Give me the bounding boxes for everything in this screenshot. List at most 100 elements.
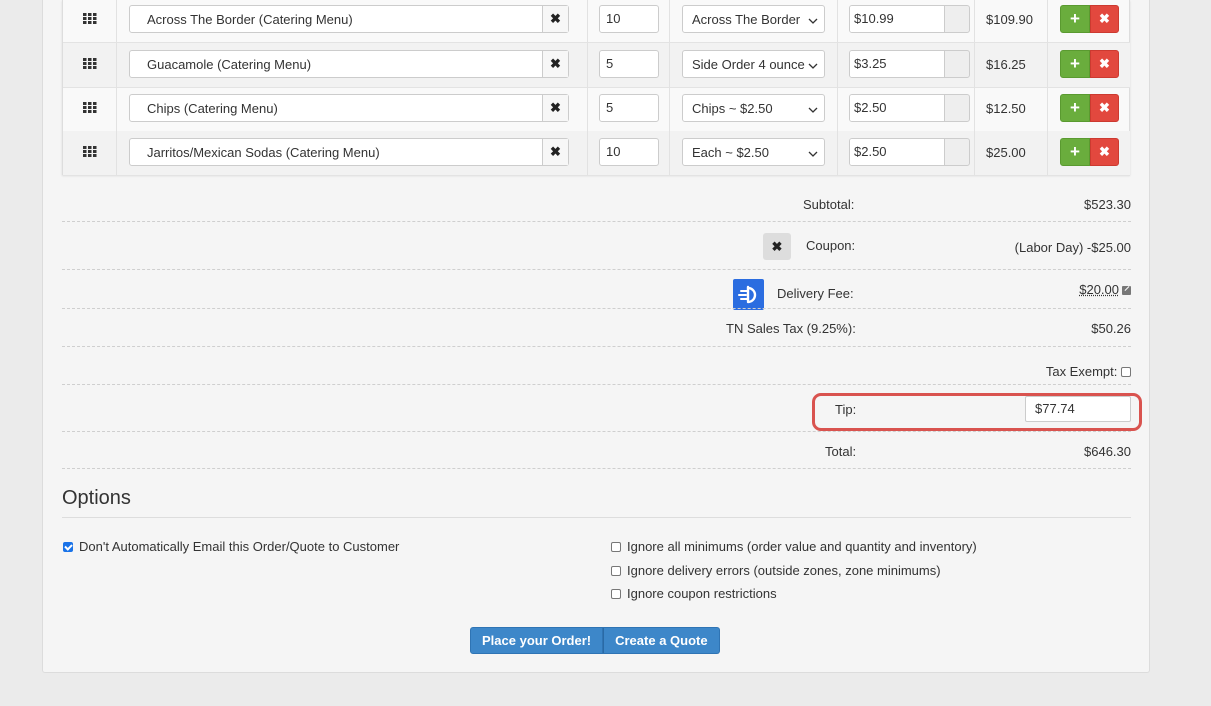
quantity-input[interactable]: 10 bbox=[599, 5, 659, 33]
item-name: Across The Border (Catering Menu) bbox=[147, 12, 353, 27]
item-name-field[interactable]: Guacamole (Catering Menu) ✖ bbox=[129, 50, 569, 78]
unit-price-input[interactable]: $10.99 bbox=[850, 6, 945, 32]
no-email-checkbox[interactable] bbox=[63, 542, 73, 552]
chevron-down-icon bbox=[808, 59, 818, 69]
item-name: Guacamole (Catering Menu) bbox=[147, 57, 312, 72]
ignore-minimums-option[interactable]: Ignore all minimums (order value and qua… bbox=[611, 539, 977, 554]
column-separator bbox=[974, 87, 975, 131]
sales-tax-value: $50.26 bbox=[1091, 321, 1131, 336]
clear-item-button[interactable]: ✖ bbox=[542, 51, 568, 77]
item-option-value: Chips ~ $2.50 bbox=[692, 101, 773, 116]
unit-price-field[interactable]: $3.25 bbox=[849, 50, 970, 78]
table-row: Jarritos/Mexican Sodas (Catering Menu) ✖ 1… bbox=[63, 131, 1130, 176]
unit-price-input[interactable]: $2.50 bbox=[850, 139, 945, 165]
coupon-label: Coupon: bbox=[806, 238, 856, 253]
subtotal-value: $523.30 bbox=[1084, 197, 1131, 212]
tax-exempt-row: Tax Exempt: bbox=[1046, 364, 1131, 379]
column-separator bbox=[669, 0, 670, 42]
divider bbox=[62, 269, 1131, 270]
grid-drag-icon[interactable] bbox=[83, 146, 97, 158]
item-name: Chips (Catering Menu) bbox=[147, 101, 278, 116]
column-separator bbox=[116, 43, 117, 87]
item-option-value: Across The Border bbox=[692, 12, 801, 27]
clear-item-button[interactable]: ✖ bbox=[542, 6, 568, 32]
clear-item-button[interactable]: ✖ bbox=[542, 95, 568, 121]
quantity-input[interactable]: 5 bbox=[599, 50, 659, 78]
add-item-button[interactable]: + bbox=[1060, 138, 1090, 166]
table-row: Across The Border (Catering Menu) ✖ 10 Acro… bbox=[63, 0, 1130, 43]
ignore-minimums-checkbox[interactable] bbox=[611, 542, 621, 552]
clear-item-button[interactable]: ✖ bbox=[542, 139, 568, 165]
column-separator bbox=[669, 87, 670, 131]
item-option-value: Side Order 4 ounce bbox=[692, 57, 805, 72]
unit-price-field[interactable]: $2.50 bbox=[849, 94, 970, 122]
grid-drag-icon[interactable] bbox=[83, 58, 97, 70]
tax-exempt-checkbox[interactable] bbox=[1121, 367, 1131, 377]
delivery-fee-label: Delivery Fee: bbox=[777, 286, 854, 301]
order-items-table: Across The Border (Catering Menu) ✖ 10 Acro… bbox=[62, 0, 1130, 176]
add-item-button[interactable]: + bbox=[1060, 94, 1090, 122]
divider bbox=[62, 308, 1131, 309]
column-separator bbox=[974, 131, 975, 175]
column-separator bbox=[974, 0, 975, 42]
create-quote-button[interactable]: Create a Quote bbox=[603, 627, 720, 654]
grid-drag-icon[interactable] bbox=[83, 13, 97, 25]
subtotal-label: Subtotal: bbox=[803, 197, 855, 212]
divider bbox=[62, 431, 1131, 432]
edit-icon[interactable] bbox=[1122, 286, 1131, 295]
tax-exempt-label: Tax Exempt: bbox=[1045, 364, 1118, 379]
line-total: $12.50 bbox=[986, 101, 1026, 116]
tip-highlight bbox=[812, 393, 1142, 431]
item-option-select[interactable]: Chips ~ $2.50 bbox=[682, 94, 825, 122]
chevron-down-icon bbox=[808, 147, 818, 157]
delete-item-button[interactable]: ✖ bbox=[1090, 138, 1119, 166]
x-icon: ✖ bbox=[1099, 144, 1110, 159]
options-title: Options bbox=[62, 487, 131, 509]
chevron-down-icon bbox=[808, 103, 818, 113]
item-name-field[interactable]: Across The Border (Catering Menu) ✖ bbox=[129, 5, 569, 33]
add-item-button[interactable]: + bbox=[1060, 50, 1090, 78]
place-order-button[interactable]: Place your Order! bbox=[470, 627, 604, 654]
ignore-coupon-label: Ignore coupon restrictions bbox=[627, 586, 777, 601]
delivery-fee-value[interactable]: $20.00 bbox=[1079, 282, 1131, 297]
order-actions: Place your Order! Create a Quote bbox=[470, 627, 720, 654]
item-name-field[interactable]: Jarritos/Mexican Sodas (Catering Menu) ✖ bbox=[129, 138, 569, 166]
grid-drag-icon[interactable] bbox=[83, 102, 97, 114]
delivery-fee-amount[interactable]: $20.00 bbox=[1079, 282, 1119, 297]
remove-coupon-button[interactable]: ✖ bbox=[763, 233, 791, 260]
plus-icon: + bbox=[1070, 142, 1080, 161]
add-item-button[interactable]: + bbox=[1060, 5, 1090, 33]
unit-price-input[interactable]: $3.25 bbox=[850, 51, 945, 77]
item-name-field[interactable]: Chips (Catering Menu) ✖ bbox=[129, 94, 569, 122]
quantity-input[interactable]: 10 bbox=[599, 138, 659, 166]
delete-item-button[interactable]: ✖ bbox=[1090, 50, 1119, 78]
quantity-input[interactable]: 5 bbox=[599, 94, 659, 122]
item-option-select[interactable]: Each ~ $2.50 bbox=[682, 138, 825, 166]
divider bbox=[62, 384, 1131, 385]
unit-price-field[interactable]: $2.50 bbox=[849, 138, 970, 166]
item-option-select[interactable]: Across The Border bbox=[682, 5, 825, 33]
line-total: $16.25 bbox=[986, 57, 1026, 72]
delete-item-button[interactable]: ✖ bbox=[1090, 94, 1119, 122]
total-label: Total: bbox=[825, 444, 857, 459]
no-email-option[interactable]: Don't Automatically Email this Order/Quo… bbox=[63, 539, 399, 554]
unit-price-field[interactable]: $10.99 bbox=[849, 5, 970, 33]
total-value: $646.30 bbox=[1084, 444, 1131, 459]
coupon-value: (Labor Day) -$25.00 bbox=[1014, 240, 1131, 255]
item-name: Jarritos/Mexican Sodas (Catering Menu) bbox=[147, 145, 380, 160]
column-separator bbox=[587, 0, 588, 42]
x-icon: ✖ bbox=[550, 144, 561, 159]
ignore-coupon-checkbox[interactable] bbox=[611, 589, 621, 599]
column-separator bbox=[1047, 0, 1048, 42]
item-option-select[interactable]: Side Order 4 ounce bbox=[682, 50, 825, 78]
x-icon: ✖ bbox=[550, 56, 561, 71]
x-icon: ✖ bbox=[1099, 11, 1110, 26]
unit-price-input[interactable]: $2.50 bbox=[850, 95, 945, 121]
x-icon: ✖ bbox=[1099, 56, 1110, 71]
ignore-delivery-errors-option[interactable]: Ignore delivery errors (outside zones, z… bbox=[611, 563, 941, 578]
column-separator bbox=[837, 0, 838, 42]
delete-item-button[interactable]: ✖ bbox=[1090, 5, 1119, 33]
ignore-coupon-option[interactable]: Ignore coupon restrictions bbox=[611, 586, 777, 601]
column-separator bbox=[587, 131, 588, 175]
ignore-delivery-errors-checkbox[interactable] bbox=[611, 566, 621, 576]
